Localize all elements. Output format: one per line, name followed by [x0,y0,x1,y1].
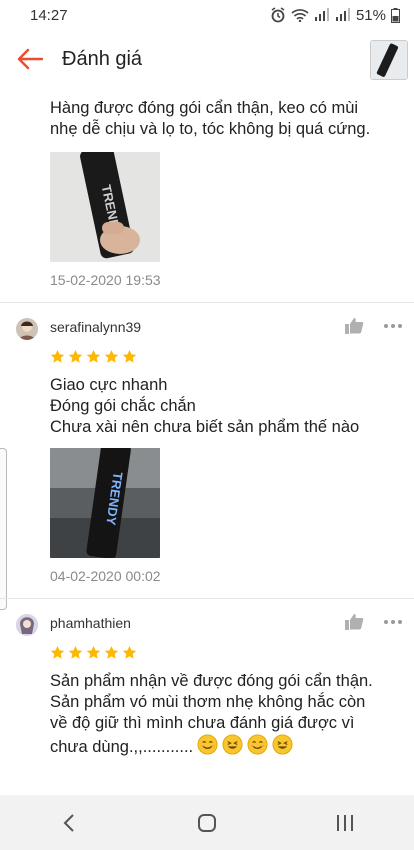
header: Đánh giá [0,30,414,88]
signal-icon-2 [335,8,351,22]
star-rating [50,349,414,365]
home-icon [198,813,216,832]
username[interactable]: phamhathien [50,615,131,631]
reviews-list[interactable]: Hàng được đóng gói cẩn thận, keo có mùi … [0,88,414,795]
review-photo[interactable]: TRENDY [50,152,160,262]
avatar[interactable] [16,318,38,340]
star-rating [50,645,414,661]
battery-level: 51% [355,6,386,24]
review-text: Sản phẩm nhận về được đóng gói cẩn thận.… [50,671,414,758]
alarm-icon [270,7,286,23]
status-icons: 51% [270,7,400,24]
system-nav-bar [0,795,414,850]
star-icon [86,645,101,659]
more-options-icon[interactable] [384,620,402,624]
review-header: serafinalynn39 [16,303,414,351]
back-button[interactable] [8,37,52,81]
wifi-icon [291,8,309,22]
review-text: Giao cực nhanh Đóng gói chắc chắn Chưa x… [50,376,360,436]
nav-home-button[interactable] [177,801,237,845]
grinning-face-icon [222,734,243,755]
more-options-icon[interactable] [384,324,402,328]
review-item: Hàng được đóng gói cẩn thận, keo có mùi … [0,88,414,303]
arrow-left-icon [17,48,43,70]
review-date: 04-02-2020 00:02 [50,568,161,584]
page-title: Đánh giá [62,47,143,70]
nav-recents-button[interactable] [315,801,375,845]
star-icon [68,645,83,659]
review-header: phamhathien [16,599,414,647]
star-icon [122,349,137,363]
emoji-group [193,734,293,756]
review-item: phamhathien Sản phẩm nhận về được đóng g… [0,599,414,758]
status-bar: 14:27 51% [0,0,414,30]
star-icon [104,349,119,363]
status-time: 14:27 [30,6,68,24]
star-icon [68,349,83,363]
username[interactable]: serafinalynn39 [50,319,141,335]
battery-icon [391,7,400,23]
product-thumbnail[interactable] [370,40,408,80]
review-date: 15-02-2020 19:53 [50,272,161,288]
review-photo[interactable]: TRENDY [50,448,160,558]
smiling-face-icon [197,734,218,755]
chevron-left-icon [63,813,74,832]
review-item: serafinalynn39 Giao cực nhanh Đóng gói c… [0,303,414,599]
star-icon [50,349,65,363]
star-icon [122,645,137,659]
avatar[interactable] [16,614,38,636]
thumbs-up-icon[interactable] [344,613,364,636]
star-icon [104,645,119,659]
review-text: Hàng được đóng gói cẩn thận, keo có mùi … [50,99,371,138]
star-icon [86,349,101,363]
signal-icon [314,8,330,22]
star-icon [50,645,65,659]
smiling-face-icon [247,734,268,755]
grinning-face-icon [272,734,293,755]
nav-back-button[interactable] [39,801,99,845]
recent-apps-icon [337,814,353,831]
thumbs-up-icon[interactable] [344,317,364,340]
